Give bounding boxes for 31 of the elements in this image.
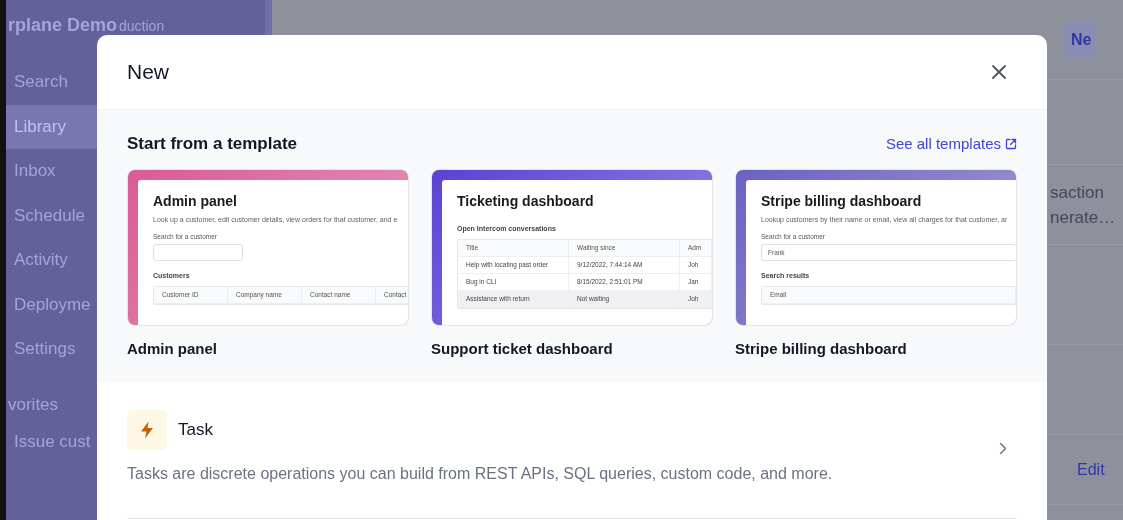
edit-link[interactable]: Edit [1077, 457, 1105, 482]
environment-name: duction [118, 17, 165, 35]
sidebar-item[interactable]: Settings [6, 327, 97, 372]
modal-title: New [127, 59, 169, 86]
template-card[interactable] [431, 168, 713, 326]
sidebar-item[interactable]: Issue cust [6, 419, 97, 464]
section-heading: Start from a template [127, 133, 298, 155]
chevron-right-icon[interactable] [999, 441, 1007, 455]
option-title[interactable]: Task [178, 417, 213, 443]
section-title: vorites [7, 393, 59, 416]
row-text: nerate… [1050, 206, 1116, 229]
sidebar-item[interactable]: Search [6, 60, 97, 105]
new-button[interactable]: Ne [1063, 21, 1096, 58]
sidebar-item[interactable]: Activity [6, 238, 97, 283]
preview-title: Ticketing dashboard [457, 192, 595, 210]
sidebar-item[interactable]: Library [6, 104, 97, 149]
template-name[interactable]: Stripe billing dashboard [735, 337, 1017, 360]
close-icon[interactable] [991, 64, 1007, 80]
row-text: saction [1050, 181, 1105, 204]
sidebar-item[interactable]: Deployme [6, 282, 97, 327]
workspace-name[interactable]: rplane Demo [6, 15, 118, 35]
template-name[interactable]: Support ticket dashboard [431, 337, 713, 360]
template-name[interactable]: Admin panel [127, 337, 409, 360]
preview-title: Admin panel [153, 192, 238, 210]
preview-title: Stripe billing dashboard [761, 192, 923, 210]
lightning-icon [140, 421, 154, 439]
sidebar-item[interactable]: Schedule [6, 193, 97, 238]
external-link-icon [1005, 137, 1017, 150]
sidebar-item[interactable]: Inbox [6, 149, 97, 194]
option-description: Tasks are discrete operations you can build from REST APIs, SQL queries, custom code, and more. [127, 464, 834, 484]
see-all-templates-link[interactable]: See all templates [885, 132, 1017, 155]
